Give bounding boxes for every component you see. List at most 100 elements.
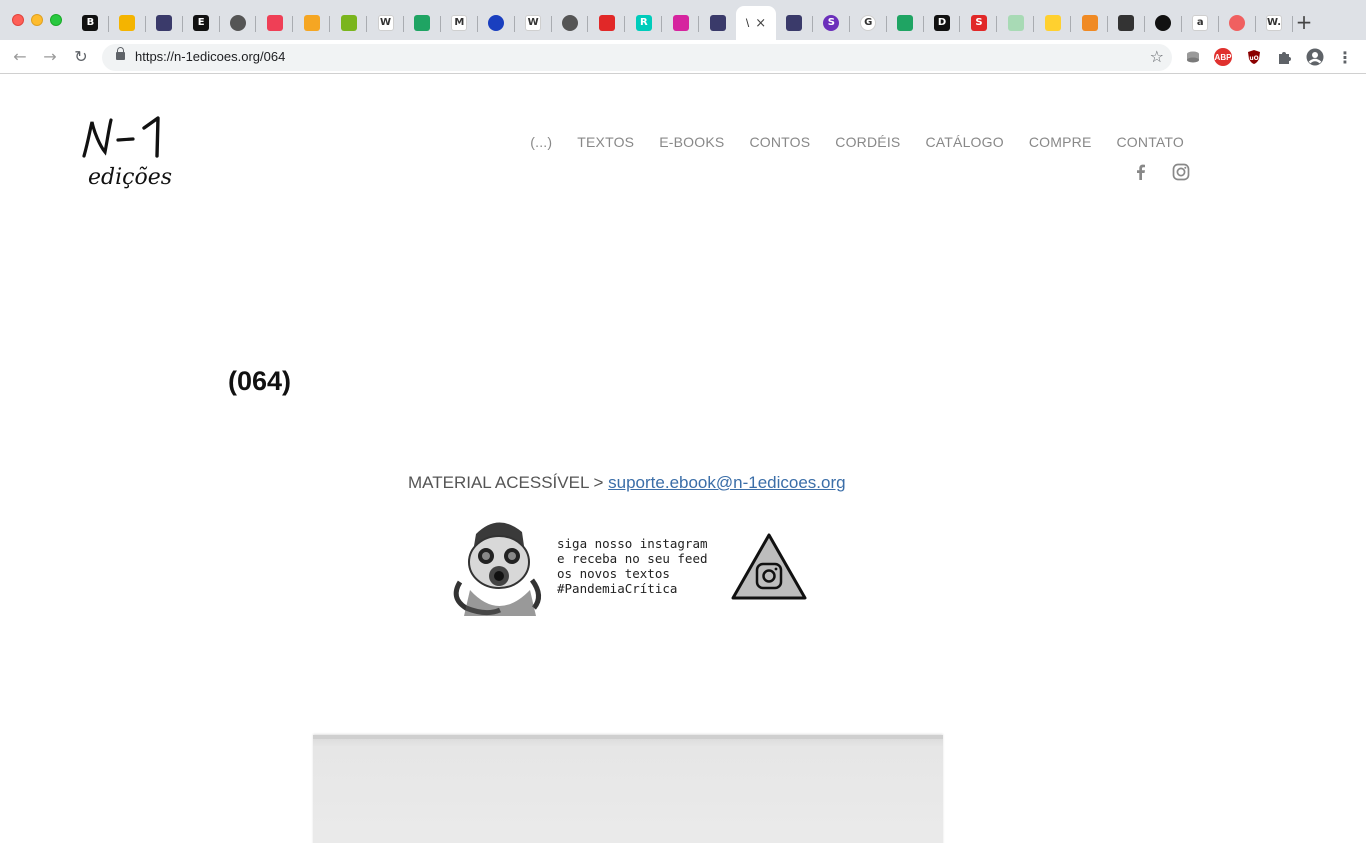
nav-item-compre[interactable]: COMPRE: [1029, 134, 1092, 150]
nav-item-textos[interactable]: TEXTOS: [577, 134, 634, 150]
tab[interactable]: [220, 6, 257, 40]
e-icon: E: [193, 15, 210, 31]
bookmark-star-icon[interactable]: ☆: [1150, 47, 1164, 66]
document-cover-image: [313, 735, 943, 843]
tab[interactable]: [887, 6, 924, 40]
accessible-material-line: MATERIAL ACESSÍVEL > suporte.ebook@n-1ed…: [408, 473, 846, 493]
d-icon: D: [934, 15, 951, 31]
link-icon: [303, 15, 320, 31]
instagram-icon[interactable]: [1172, 163, 1190, 181]
diamond-icon: [1118, 15, 1135, 31]
tab[interactable]: [293, 6, 331, 40]
address-bar[interactable]: https://n-1edicoes.org/064 ☆: [102, 44, 1172, 71]
menu-kebab-icon[interactable]: ⋮: [1336, 48, 1354, 67]
nav-item-cordeis[interactable]: CORDÉIS: [835, 134, 900, 150]
tab[interactable]: [330, 6, 368, 40]
close-window-button[interactable]: [12, 14, 24, 26]
researchgate-icon: R: [635, 15, 652, 31]
n1-logo-icon: [709, 15, 726, 31]
adblock-plus-icon[interactable]: ABP: [1214, 48, 1232, 66]
miro-icon: [1044, 15, 1061, 31]
s-circle-icon: S: [823, 15, 840, 31]
url-text[interactable]: https://n-1edicoes.org/064: [135, 49, 285, 64]
pocket-icon: [266, 15, 283, 31]
amazon-icon: a: [1192, 15, 1209, 31]
close-tab-icon[interactable]: ×: [755, 16, 766, 31]
forward-button[interactable]: →: [41, 48, 59, 66]
facebook-icon[interactable]: [1132, 163, 1150, 181]
instagram-promo-banner[interactable]: siga nosso instagram e receba no seu fee…: [446, 512, 812, 620]
lock-icon[interactable]: [116, 47, 125, 60]
tab[interactable]: [478, 6, 515, 40]
tab[interactable]: [776, 6, 813, 40]
tab-strip: B E W M W R \ × S G D Sa W. +: [0, 0, 1366, 40]
wikipedia-icon: W: [525, 15, 542, 31]
minimize-window-button[interactable]: [31, 14, 43, 26]
tab[interactable]: [1071, 6, 1108, 40]
tab[interactable]: [146, 6, 183, 40]
tab[interactable]: G: [850, 6, 887, 40]
tab[interactable]: S: [960, 6, 998, 40]
zoom-window-button[interactable]: [50, 14, 62, 26]
tab[interactable]: [109, 6, 146, 40]
tab[interactable]: B: [72, 6, 109, 40]
reload-button[interactable]: ↻: [72, 48, 90, 66]
tab[interactable]: M: [441, 6, 478, 40]
tab[interactable]: [588, 6, 626, 40]
n1-logo-icon: [156, 15, 173, 31]
support-email-link[interactable]: suporte.ebook@n-1edicoes.org: [608, 473, 845, 492]
nav-item-catalogo[interactable]: CATÁLOGO: [925, 134, 1003, 150]
profile-avatar-icon[interactable]: [1306, 48, 1324, 66]
browser-toolbar: ← → ↻ https://n-1edicoes.org/064 ☆ ABP u…: [0, 40, 1366, 74]
instagram-triangle-icon: [731, 533, 807, 600]
nav-item-ellipsis[interactable]: (...): [530, 134, 552, 150]
google-icon: G: [860, 15, 877, 31]
target-icon: [1229, 15, 1246, 31]
tab[interactable]: a: [1182, 6, 1219, 40]
ublock-icon[interactable]: uO: [1245, 48, 1263, 66]
back-button[interactable]: ←: [11, 48, 29, 66]
tab[interactable]: [1034, 6, 1072, 40]
tab[interactable]: W.: [1256, 6, 1293, 40]
tab[interactable]: [1145, 6, 1182, 40]
tab[interactable]: E: [183, 6, 220, 40]
n1-logo-icon: [786, 15, 803, 31]
tab[interactable]: R: [625, 6, 663, 40]
extensions-puzzle-icon[interactable]: [1275, 48, 1293, 66]
w-icon: W.: [1266, 15, 1283, 31]
tab[interactable]: S: [813, 6, 850, 40]
tab[interactable]: [699, 6, 736, 40]
tab-active-title: \: [745, 16, 750, 30]
drive-icon: [414, 15, 431, 31]
dark-circle-icon: [1155, 15, 1172, 31]
globe-icon: [562, 15, 579, 31]
n1-edicoes-logo[interactable]: edições: [78, 112, 178, 196]
nav-item-ebooks[interactable]: E-BOOKS: [659, 134, 724, 150]
tab-list: B E W M W R \ × S G D Sa W.: [72, 6, 1293, 40]
tab[interactable]: [404, 6, 441, 40]
social-links: [1132, 163, 1190, 181]
nav-item-contato[interactable]: CONTATO: [1116, 134, 1184, 150]
tab-active[interactable]: \ ×: [736, 6, 777, 40]
tab[interactable]: D: [924, 6, 961, 40]
nav-item-contos[interactable]: CONTOS: [749, 134, 810, 150]
tab[interactable]: [1108, 6, 1145, 40]
new-tab-button[interactable]: +: [1294, 12, 1314, 32]
bookmark-icon: [340, 15, 357, 31]
tab[interactable]: [256, 6, 294, 40]
tab[interactable]: [662, 6, 700, 40]
flipboard-icon: [598, 15, 615, 31]
s-red-icon: S: [970, 15, 987, 31]
accessible-material-label: MATERIAL ACESSÍVEL >: [408, 473, 609, 492]
page-title: (064): [228, 366, 292, 396]
drive-icon: [897, 15, 914, 31]
tab[interactable]: W: [367, 6, 404, 40]
tab[interactable]: [997, 6, 1035, 40]
gas-mask-figure-image: [453, 522, 541, 616]
tab[interactable]: [1219, 6, 1256, 40]
blue-dot-icon: [488, 15, 505, 31]
extension-drive-icon[interactable]: [1184, 48, 1202, 66]
svg-text:uO: uO: [1249, 55, 1258, 62]
tab[interactable]: [552, 6, 589, 40]
tab[interactable]: W: [515, 6, 552, 40]
